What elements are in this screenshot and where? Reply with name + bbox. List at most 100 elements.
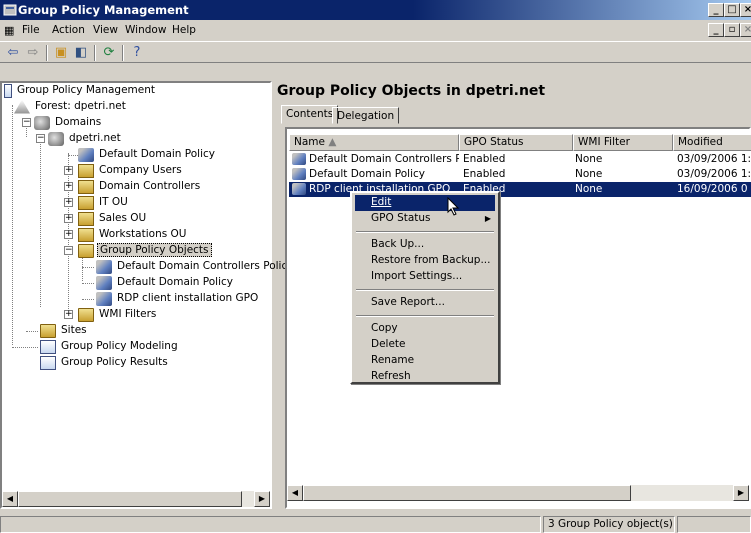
context-menu-copy[interactable]: Copy — [355, 321, 495, 337]
gpmc-icon — [4, 83, 12, 98]
scroll-left-arrow-icon[interactable]: ◀ — [287, 485, 303, 501]
status-panel-main — [0, 516, 541, 533]
status-panel-extra — [677, 516, 751, 533]
tree-gpo-default-dc-policy[interactable]: Default Domain Controllers Policy — [96, 259, 295, 275]
console-tree[interactable]: Group Policy Management Forest: dpetri.n… — [0, 81, 293, 509]
sites-icon — [40, 323, 56, 338]
window-title: Group Policy Management — [18, 3, 189, 17]
column-header-modified[interactable]: Modified — [673, 134, 751, 151]
expander-wmi-filters[interactable]: + — [64, 310, 73, 319]
table-row[interactable]: Default Domain Controllers P... Enabled … — [289, 152, 751, 167]
gpmc-app-icon — [3, 3, 17, 17]
column-header-wmi-filter[interactable]: WMI Filter — [573, 134, 673, 151]
tree-gp-results[interactable]: Group Policy Results — [40, 355, 170, 371]
gpo-icon — [96, 275, 112, 290]
scroll-right-arrow-icon[interactable]: ▶ — [733, 485, 749, 501]
tree-group-policy-objects[interactable]: Group Policy Objects — [78, 243, 212, 259]
tree-domains[interactable]: Domains — [34, 115, 103, 131]
title-bar: Group Policy Management _ □ × — [0, 0, 751, 20]
up-folder-icon[interactable]: ▣ — [52, 44, 70, 62]
context-menu-save-report[interactable]: Save Report... — [355, 295, 495, 311]
column-header-name[interactable]: Name ▲ — [289, 134, 459, 151]
gpo-link-icon — [78, 147, 94, 162]
gpo-icon — [96, 259, 112, 274]
tree-domain-controllers[interactable]: Domain Controllers — [78, 179, 202, 195]
tree-default-domain-policy-link[interactable]: Default Domain Policy — [78, 147, 217, 163]
scroll-thumb[interactable] — [303, 485, 631, 501]
expander-workstations-ou[interactable]: + — [64, 230, 73, 239]
scroll-left-arrow-icon[interactable]: ◀ — [2, 491, 18, 507]
status-bar: 3 Group Policy object(s) — [0, 515, 751, 533]
maximize-button[interactable]: □ — [724, 3, 740, 17]
tree-sales-ou[interactable]: Sales OU — [78, 211, 148, 227]
gpo-icon — [96, 291, 112, 306]
domains-icon — [34, 115, 50, 130]
child-close-button[interactable]: × — [740, 23, 751, 37]
forward-arrow-icon[interactable]: ⇨ — [24, 44, 42, 62]
tree-workstations-ou[interactable]: Workstations OU — [78, 227, 188, 243]
tab-contents[interactable]: Contents — [281, 105, 339, 124]
child-restore-button[interactable]: ▫ — [724, 23, 740, 37]
ou-icon — [78, 163, 94, 178]
child-minimize-button[interactable]: _ — [708, 23, 724, 37]
table-row[interactable]: Default Domain Policy Enabled None 03/09… — [289, 167, 751, 182]
context-menu-rename[interactable]: Rename — [355, 353, 495, 369]
menu-view[interactable]: View — [93, 24, 118, 36]
show-hide-tree-icon[interactable]: ◧ — [72, 44, 90, 62]
expander-domain-controllers[interactable]: + — [64, 182, 73, 191]
tree-company-users[interactable]: Company Users — [78, 163, 184, 179]
column-header-gpo-status[interactable]: GPO Status — [459, 134, 573, 151]
expander-gpo-container[interactable]: − — [64, 246, 73, 255]
tree-root[interactable]: Group Policy Management — [4, 83, 157, 99]
context-menu-gpo-status[interactable]: GPO Status ▶ — [355, 211, 495, 227]
context-menu-back-up[interactable]: Back Up... — [355, 237, 495, 253]
ou-icon — [78, 179, 94, 194]
page-title: Group Policy Objects in dpetri.net — [277, 83, 546, 99]
tree-wmi-filters[interactable]: WMI Filters — [78, 307, 158, 323]
list-horizontal-scrollbar[interactable]: ◀ ▶ — [287, 485, 749, 501]
expander-domains[interactable]: − — [22, 118, 31, 127]
minimize-button[interactable]: _ — [708, 3, 724, 17]
menu-action[interactable]: Action — [52, 24, 85, 36]
tree-domain-dpetri[interactable]: dpetri.net — [48, 131, 123, 147]
expander-domain[interactable]: − — [36, 134, 45, 143]
menu-window[interactable]: Window — [125, 24, 166, 36]
tree-gpo-default-domain-policy[interactable]: Default Domain Policy — [96, 275, 235, 291]
menu-help[interactable]: Help — [172, 24, 196, 36]
scroll-thumb[interactable] — [18, 491, 242, 507]
ou-icon — [78, 227, 94, 242]
tree-it-ou[interactable]: IT OU — [78, 195, 130, 211]
tab-delegation[interactable]: Delegation — [332, 107, 400, 124]
tree-sites[interactable]: Sites — [40, 323, 89, 339]
tree-gpo-rdp-client[interactable]: RDP client installation GPO — [96, 291, 260, 307]
domain-icon — [48, 131, 64, 146]
wmi-filters-icon — [78, 307, 94, 322]
sort-ascending-icon: ▲ — [328, 136, 337, 148]
close-button[interactable]: × — [740, 3, 751, 17]
tree-horizontal-scrollbar[interactable]: ◀ ▶ — [2, 491, 270, 507]
expander-it-ou[interactable]: + — [64, 198, 73, 207]
expander-sales-ou[interactable]: + — [64, 214, 73, 223]
refresh-icon[interactable]: ⟳ — [100, 44, 118, 62]
tree-forest[interactable]: Forest: dpetri.net — [14, 99, 128, 115]
mouse-pointer-icon — [447, 197, 460, 216]
tree-gp-modeling[interactable]: Group Policy Modeling — [40, 339, 180, 355]
expander-company-users[interactable]: + — [64, 166, 73, 175]
toolbar: ⇦ ⇨ ▣ ◧ ⟳ ? — [0, 41, 751, 63]
context-menu-refresh[interactable]: Refresh — [355, 369, 495, 385]
context-menu-restore[interactable]: Restore from Backup... — [355, 253, 495, 269]
forest-icon — [14, 99, 30, 114]
gpo-icon — [292, 182, 308, 199]
results-icon — [40, 355, 56, 370]
context-menu-import-settings[interactable]: Import Settings... — [355, 269, 495, 285]
scroll-right-arrow-icon[interactable]: ▶ — [254, 491, 270, 507]
mdi-child-icon[interactable]: ▦ — [4, 24, 14, 37]
back-arrow-icon[interactable]: ⇦ — [4, 44, 22, 62]
ou-icon — [78, 195, 94, 210]
context-menu-edit[interactable]: Edit — [355, 195, 495, 211]
context-menu-delete[interactable]: Delete — [355, 337, 495, 353]
menu-file[interactable]: File — [22, 24, 40, 36]
help-icon[interactable]: ? — [128, 44, 146, 62]
status-object-count: 3 Group Policy object(s) — [543, 516, 675, 533]
menu-bar: ▦ File Action View Window Help _ ▫ × — [0, 21, 751, 39]
